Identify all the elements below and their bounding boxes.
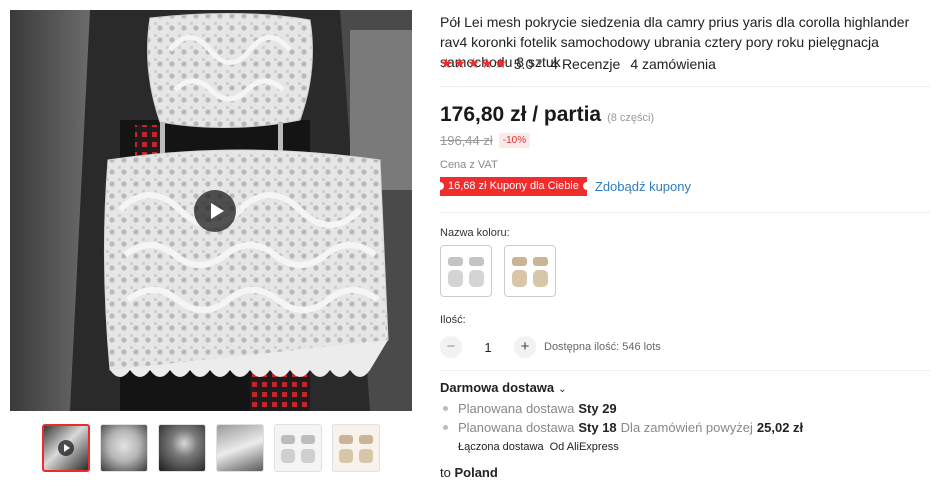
old-price: 196,44 zł (440, 133, 493, 148)
divider (440, 370, 930, 371)
chevron-down-icon[interactable]: ▾ (537, 58, 542, 69)
delivery-threshold: 25,02 zł (756, 420, 804, 435)
bullet-icon (443, 406, 448, 411)
beige-cover-icon (512, 257, 548, 287)
rating-score: 5.0 (513, 55, 534, 72)
product-main-image[interactable] (10, 10, 412, 411)
play-icon (58, 440, 74, 456)
delivery-label: Planowana dostawa (458, 420, 575, 435)
rating-row: ★★★★★ 5.0 ▾ 4 Recenzje 4 zamówienia (440, 55, 716, 72)
ship-to-prefix: to (440, 465, 451, 480)
play-icon (210, 203, 224, 219)
thumbnail-4[interactable] (216, 424, 264, 472)
get-coupons-link[interactable]: Zdobądź kupony (595, 179, 691, 194)
thumbnail-video[interactable] (42, 424, 90, 472)
vat-note: Cena z VAT (440, 159, 498, 171)
price-row: 176,80 zł / partia (8 części) (440, 103, 654, 127)
reviews-link[interactable]: 4 Recenzje (550, 56, 620, 72)
stock-available: Dostępna ilość: 546 lots (544, 341, 661, 353)
bullet-icon (443, 425, 448, 430)
grey-set-icon (281, 435, 315, 463)
delivery-date: Sty 18 (578, 420, 617, 435)
free-shipping-label: Darmowa dostawa (440, 380, 555, 395)
color-swatch-grey[interactable] (440, 245, 492, 297)
play-video-button[interactable] (194, 190, 236, 232)
delivery-label: Planowana dostawa (458, 401, 575, 416)
decrease-quantity-button[interactable]: − (440, 336, 462, 358)
thumbnail-strip (42, 424, 380, 472)
combined-delivery-label: Łączona dostawa (458, 441, 544, 453)
delivery-estimate-2: Planowana dostawa Sty 18 Dla zamówień po… (440, 420, 803, 435)
thumbnail-2[interactable] (100, 424, 148, 472)
quantity-stepper: − 1 + Dostępna ilość: 546 lots (440, 336, 661, 358)
color-label: Nazwa koloru: (440, 227, 510, 239)
combined-delivery: Łączona dostawa Od AliExpress (458, 441, 619, 453)
quantity-input[interactable]: 1 (462, 340, 514, 355)
price-unit: (8 części) (607, 112, 655, 124)
old-price-row: 196,44 zł -10% (440, 133, 531, 148)
combined-delivery-source: Od AliExpress (549, 441, 619, 453)
color-swatches (440, 245, 556, 297)
coupon-row: 16,68 zł Kupony dla Ciebie Zdobądź kupon… (436, 177, 691, 196)
thumbnail-5[interactable] (274, 424, 322, 472)
free-shipping-toggle[interactable]: Darmowa dostawa ⌄ (440, 380, 567, 395)
grey-cover-icon (448, 257, 484, 287)
quantity-label: Ilość: (440, 314, 466, 326)
thumbnail-3[interactable] (158, 424, 206, 472)
orders-count: 4 zamówienia (630, 55, 716, 72)
divider (440, 212, 930, 213)
star-rating-icon: ★★★★★ (440, 55, 508, 71)
color-swatch-beige[interactable] (504, 245, 556, 297)
beige-set-icon (339, 435, 373, 463)
chevron-down-icon: ⌄ (558, 384, 567, 395)
delivery-condition: Dla zamówień powyżej (620, 420, 753, 435)
coupon-badge[interactable]: 16,68 zł Kupony dla Ciebie (436, 177, 591, 196)
current-price: 176,80 zł / partia (440, 103, 602, 126)
ship-to[interactable]: to Poland (440, 465, 498, 480)
thumbnail-6[interactable] (332, 424, 380, 472)
discount-badge: -10% (498, 133, 531, 148)
delivery-estimate-1: Planowana dostawa Sty 29 (440, 401, 617, 416)
divider (440, 86, 930, 87)
delivery-date: Sty 29 (578, 401, 617, 416)
increase-quantity-button[interactable]: + (514, 336, 536, 358)
ship-to-country: Poland (454, 465, 498, 480)
